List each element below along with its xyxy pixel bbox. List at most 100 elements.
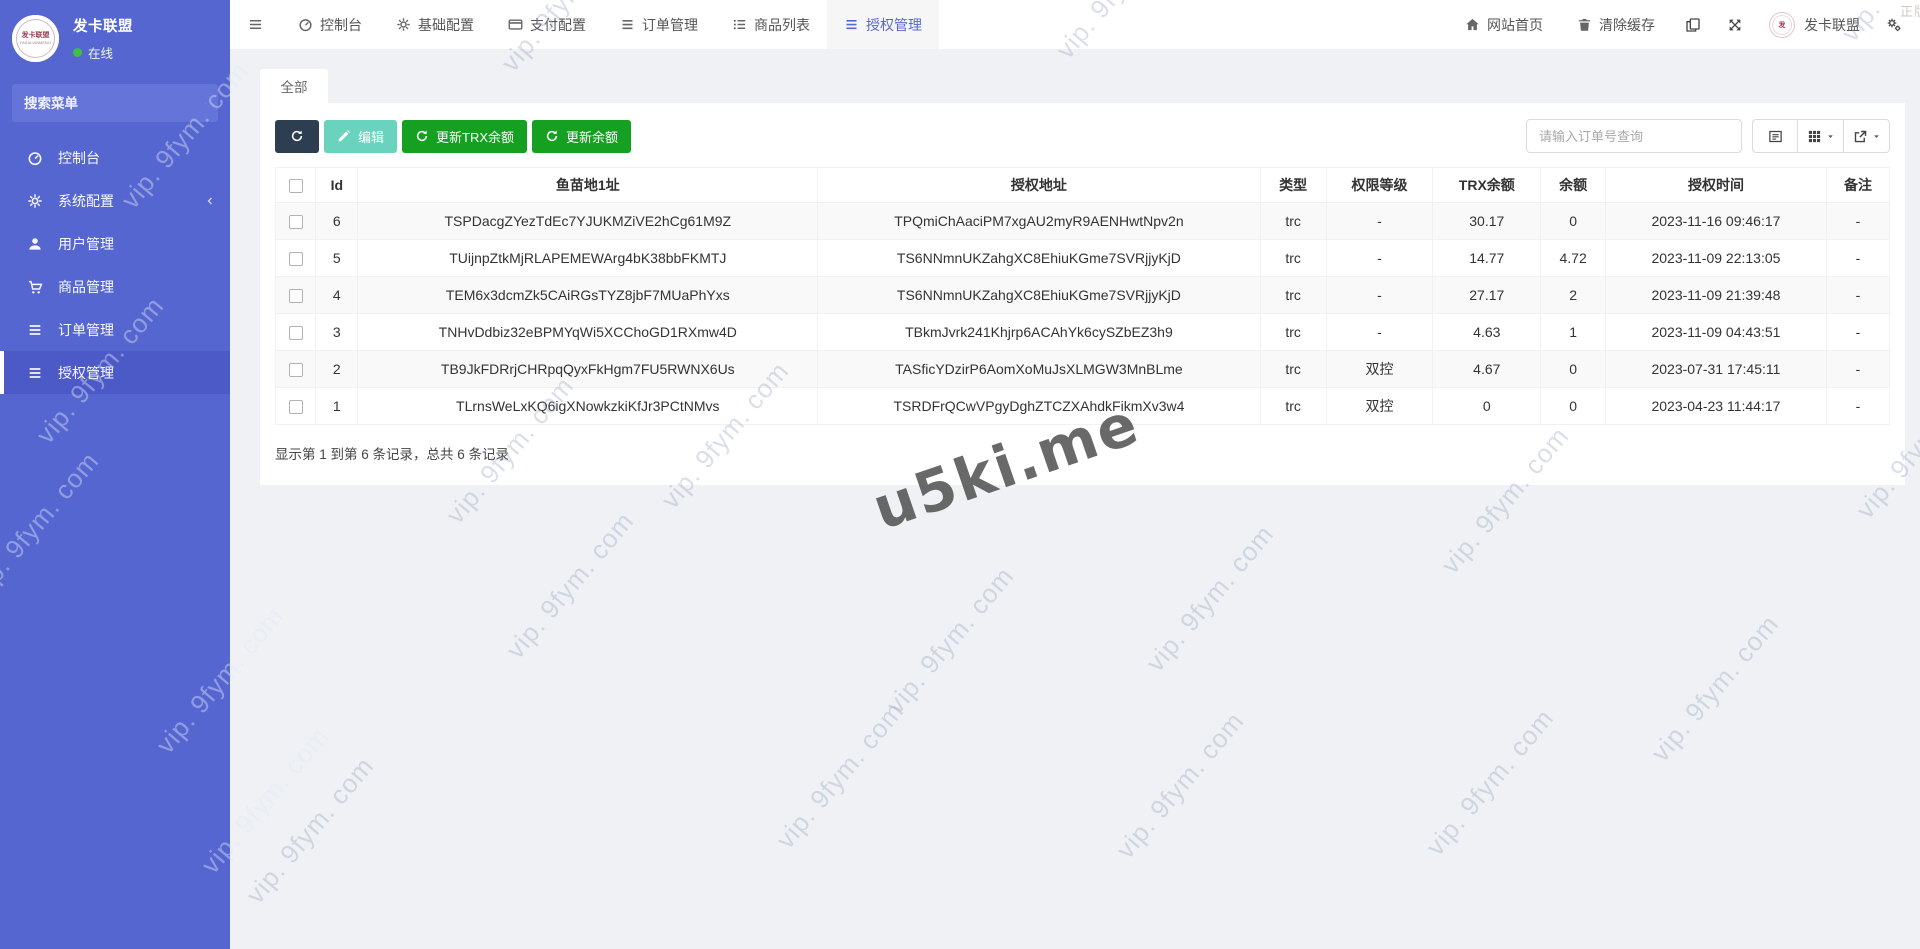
grid-icon — [1807, 129, 1822, 144]
cell-permission-level: - — [1325, 202, 1434, 240]
table-row[interactable]: 2 TB9JkFDRrjCHRpqQyxFkHgm7FU5RWNX6Us TASfi… — [274, 350, 1890, 388]
cell-balance: 4.72 — [1540, 239, 1606, 277]
topnav-product-list[interactable]: 商品列表 — [715, 0, 827, 49]
topnav-label: 订单管理 — [642, 16, 698, 33]
sidebar-item-system-config[interactable]: 系统配置 — [0, 179, 230, 222]
sidebar-search-input[interactable] — [24, 95, 205, 111]
cell-note: - — [1826, 239, 1890, 277]
sidebar-menu: 控制台 系统配置 用户管理 商品管理 订单管理 授权管理 — [0, 136, 230, 394]
tab-all[interactable]: 全部 — [260, 69, 328, 103]
row-select-cell — [274, 276, 317, 314]
col-permission-level: 权限等级 — [1325, 167, 1434, 203]
topnav-order-management[interactable]: 订单管理 — [603, 0, 715, 49]
gear-icon — [27, 193, 43, 209]
cell-auth-time: 2023-11-09 22:13:05 — [1604, 239, 1828, 277]
clear-cache-button[interactable]: 清除缓存 — [1560, 0, 1672, 49]
table-row[interactable]: 3 TNHvDdbiz32eBPMYqWi5XCChoGD1RXmw4D TBkmJ… — [274, 313, 1890, 351]
sidebar-toggle-button[interactable] — [230, 0, 281, 49]
sidebar-item-product-management[interactable]: 商品管理 — [0, 265, 230, 308]
cell-balance: 0 — [1540, 350, 1606, 388]
cell-type: trc — [1259, 239, 1327, 277]
avatar-glyph: 发 — [1778, 21, 1786, 29]
copy-button[interactable] — [1672, 0, 1714, 49]
cell-auth-address: TPQmiChAaciPM7xgAU2myR9AENHwtNpv2n — [817, 202, 1261, 240]
update-balance-button[interactable]: 更新余额 — [532, 119, 632, 153]
topnav-dashboard[interactable]: 控制台 — [281, 0, 379, 49]
sidebar-item-label: 授权管理 — [58, 364, 114, 381]
order-search-input[interactable] — [1526, 119, 1742, 153]
row-checkbox[interactable] — [288, 252, 303, 267]
gear-icon — [396, 17, 411, 32]
cell-permission-level: - — [1325, 313, 1434, 351]
cell-auth-time: 2023-11-09 21:39:48 — [1604, 276, 1828, 314]
cell-id: 4 — [315, 276, 359, 314]
table-tools-group — [1752, 119, 1890, 153]
table-row[interactable]: 5 TUijnpZtkMjRLAPEMEWArg4bK38bbFKMTJ TS6NN… — [274, 239, 1890, 277]
caret-down-icon — [1826, 132, 1835, 141]
refresh-icon — [545, 129, 559, 143]
online-status: 在线 — [73, 43, 133, 62]
sidebar-item-auth-management[interactable]: 授权管理 — [0, 351, 230, 394]
fullscreen-button[interactable] — [1714, 0, 1756, 49]
caret-down-icon — [1872, 132, 1881, 141]
refresh-icon — [290, 129, 304, 143]
trash-icon — [1577, 17, 1592, 32]
topnav-payment-config[interactable]: 支付配置 — [491, 0, 603, 49]
cell-permission-level: 双控 — [1325, 387, 1434, 425]
row-checkbox[interactable] — [288, 215, 303, 230]
update-trx-balance-button[interactable]: 更新TRX余额 — [402, 119, 528, 153]
topnav-auth-management[interactable]: 授权管理 — [827, 0, 939, 49]
site-home-button[interactable]: 网站首页 — [1448, 0, 1560, 49]
cell-auth-time: 2023-07-31 17:45:11 — [1604, 350, 1828, 388]
cell-balance: 2 — [1540, 276, 1606, 314]
cell-trx-balance: 14.77 — [1432, 239, 1542, 277]
row-checkbox[interactable] — [288, 363, 303, 378]
edit-button[interactable]: 编辑 — [324, 119, 398, 153]
detail-view-icon — [1768, 129, 1783, 144]
corner-badge: 正版 — [1899, 4, 1920, 19]
cell-note: - — [1826, 202, 1890, 240]
cell-seed-address: TB9JkFDRrjCHRpqQyxFkHgm7FU5RWNX6Us — [357, 350, 819, 388]
cell-permission-level: - — [1325, 276, 1434, 314]
columns-button[interactable] — [1798, 119, 1844, 153]
cell-auth-time: 2023-11-09 04:43:51 — [1604, 313, 1828, 351]
cell-trx-balance: 0 — [1432, 387, 1542, 425]
credit-card-icon — [508, 17, 523, 32]
home-icon — [1465, 17, 1480, 32]
cell-id: 3 — [315, 313, 359, 351]
table-row[interactable]: 1 TLrnsWeLxKQ6igXNowkzkiKfJr3PCtNMvs TSRDF… — [274, 387, 1890, 425]
toolbar: 编辑 更新TRX余额 更新余额 — [275, 119, 1890, 153]
brand-title: 发卡联盟 — [73, 19, 133, 35]
cell-seed-address: TNHvDdbiz32eBPMYqWi5XCChoGD1RXmw4D — [357, 313, 819, 351]
row-checkbox[interactable] — [288, 289, 303, 304]
cell-id: 1 — [315, 387, 359, 425]
table-row[interactable]: 4 TEM6x3dcmZk5CAiRGsTYZ8jbF7MUaPhYxs TS6NN… — [274, 276, 1890, 314]
cell-type: trc — [1259, 202, 1327, 240]
cell-type: trc — [1259, 387, 1327, 425]
export-button[interactable] — [1844, 119, 1890, 153]
select-all-checkbox[interactable] — [288, 179, 303, 194]
chevron-left-icon — [204, 195, 216, 207]
cell-trx-balance: 4.67 — [1432, 350, 1542, 388]
account-menu[interactable]: 发 发卡联盟 — [1756, 0, 1873, 49]
row-checkbox[interactable] — [288, 326, 303, 341]
refresh-button[interactable] — [275, 119, 319, 153]
col-seed-address: 鱼苗地1址 — [357, 167, 819, 203]
sidebar-item-dashboard[interactable]: 控制台 — [0, 136, 230, 179]
topnav-base-config[interactable]: 基础配置 — [379, 0, 491, 49]
update-balance-label: 更新余额 — [566, 129, 619, 145]
copy-icon — [1685, 17, 1701, 33]
topbar: 控制台 基础配置 支付配置 订单管理 商品列表 授权管理 网站首页 清除缓存 发… — [230, 0, 1920, 49]
row-checkbox[interactable] — [288, 400, 303, 415]
toggle-view-button[interactable] — [1752, 119, 1798, 153]
app-root: 发卡联盟 FAKALIANMENG 发卡联盟 在线 控制台 系统配 — [0, 0, 1920, 949]
sidebar: 发卡联盟 FAKALIANMENG 发卡联盟 在线 控制台 系统配 — [0, 0, 230, 949]
search-icon[interactable] — [205, 96, 206, 111]
sidebar-item-order-management[interactable]: 订单管理 — [0, 308, 230, 351]
cell-id: 6 — [315, 202, 359, 240]
cell-auth-address: TBkmJvrk241Khjrp6ACAhYk6cySZbEZ3h9 — [817, 313, 1261, 351]
cell-auth-address: TS6NNmnUKZahgXC8EhiuKGme7SVRjjyKjD — [817, 276, 1261, 314]
table-row[interactable]: 6 TSPDacgZYezTdEc7YJUKMZiVE2hCg61M9Z TPQmi… — [274, 202, 1890, 240]
cell-balance: 0 — [1540, 202, 1606, 240]
sidebar-item-user-management[interactable]: 用户管理 — [0, 222, 230, 265]
